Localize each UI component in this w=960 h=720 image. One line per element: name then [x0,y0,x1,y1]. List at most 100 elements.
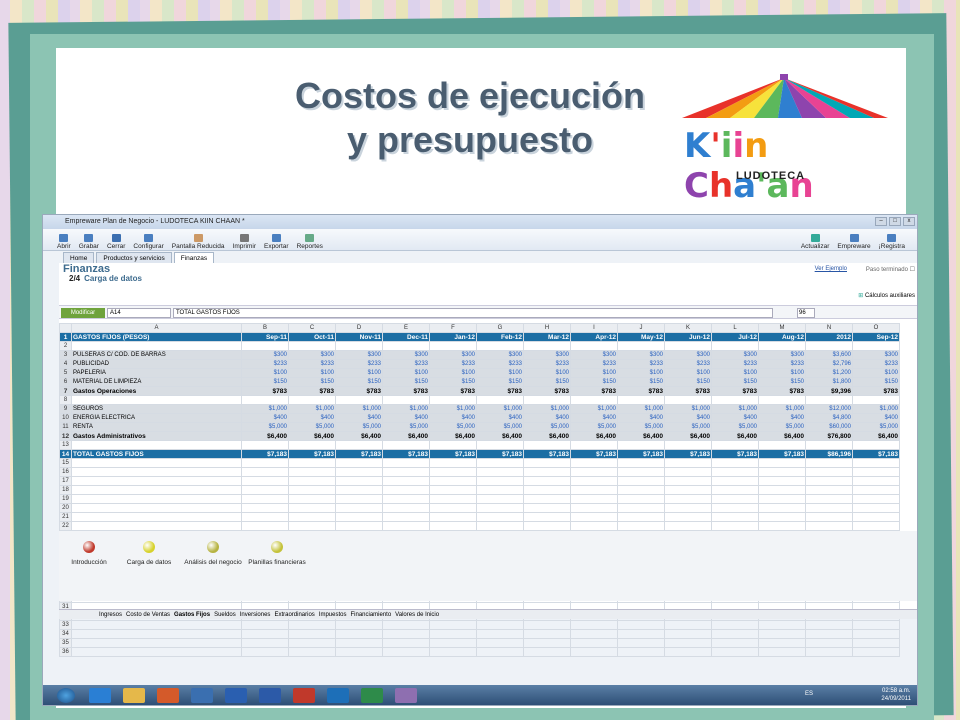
value-cell[interactable]: $233 [852,359,900,369]
empty-cell[interactable] [664,629,712,639]
reports-button[interactable]: Reportes [297,234,323,250]
empty-cell[interactable] [805,629,853,639]
value-cell[interactable]: $783 [429,386,477,396]
value-cell[interactable]: $5,000 [664,422,712,432]
empty-cell[interactable] [523,521,571,531]
empty-cell[interactable] [382,467,430,477]
empty-cell[interactable] [335,476,383,486]
row-label[interactable]: PAPELERIA [71,368,242,378]
value-cell[interactable]: $7,183 [711,449,759,459]
column-header[interactable]: C [288,323,336,333]
close-button[interactable]: Cerrar [107,234,125,250]
empty-cell[interactable] [664,512,712,522]
header-cell[interactable]: May-12 [617,332,665,342]
empty-cell[interactable] [241,494,289,504]
value-cell[interactable]: $1,000 [241,404,289,414]
empty-cell[interactable] [711,458,759,468]
value-cell[interactable]: $300 [335,350,383,360]
empty-cell[interactable] [429,458,477,468]
value-cell[interactable] [852,341,900,351]
value-cell[interactable]: $7,183 [570,449,618,459]
value-cell[interactable] [523,440,571,450]
calculos-auxiliares[interactable]: ⊞ Cálculos auxiliares [858,292,915,299]
column-header[interactable]: I [570,323,618,333]
empty-cell[interactable] [711,476,759,486]
configure-button[interactable]: Configurar [133,234,164,250]
value-cell[interactable]: $6,400 [758,431,806,441]
empty-cell[interactable] [335,467,383,477]
row-number[interactable]: 11 [59,422,72,432]
value-cell[interactable]: $9,396 [805,386,853,396]
table-row[interactable]: 20 [59,503,900,513]
empty-cell[interactable] [335,485,383,495]
media-icon[interactable] [157,688,179,703]
value-cell[interactable] [805,395,853,405]
table-row[interactable]: 1 GASTOS FIJOS (PESOS) Sep-11 Oct-11 Nov-11 D… [59,332,900,342]
empty-cell[interactable] [758,458,806,468]
empty-cell[interactable] [241,503,289,513]
value-cell[interactable]: $2,796 [805,359,853,369]
table-row[interactable]: 22 [59,521,900,531]
column-header[interactable]: B [241,323,289,333]
value-cell[interactable]: $400 [335,413,383,423]
value-cell[interactable]: $4,800 [805,413,853,423]
value-cell[interactable] [241,341,289,351]
value-cell[interactable]: $783 [241,386,289,396]
row-label[interactable] [71,341,242,351]
value-cell[interactable]: $86,196 [805,449,853,459]
empty-cell[interactable] [71,638,242,648]
sheet-tab[interactable]: Valores de Inicio [395,612,439,618]
empty-cell[interactable] [805,494,853,504]
empty-cell[interactable] [476,503,524,513]
value-cell[interactable]: $1,000 [711,404,759,414]
header-cell[interactable]: Apr-12 [570,332,618,342]
sheet-tab[interactable]: Costo de Ventas [126,612,170,618]
value-cell[interactable]: $233 [476,359,524,369]
value-cell[interactable] [711,440,759,450]
empty-cell[interactable] [523,485,571,495]
value-cell[interactable]: $300 [288,350,336,360]
header-cell[interactable]: Aug-12 [758,332,806,342]
maximize-button[interactable]: □ [889,217,901,226]
row-label[interactable]: TOTAL GASTOS FIJOS [71,449,242,459]
value-cell[interactable]: $150 [335,377,383,387]
value-cell[interactable]: $7,183 [476,449,524,459]
minimize-button[interactable]: – [875,217,887,226]
empty-cell[interactable] [711,629,759,639]
row-number[interactable]: 3 [59,350,72,360]
column-header[interactable]: M [758,323,806,333]
value-cell[interactable] [570,395,618,405]
empty-cell[interactable] [382,503,430,513]
header-cell[interactable]: Jun-12 [664,332,712,342]
value-cell[interactable]: $60,000 [805,422,853,432]
empty-cell[interactable] [429,521,477,531]
row-number[interactable]: 5 [59,368,72,378]
empty-cell[interactable] [288,521,336,531]
value-cell[interactable] [335,341,383,351]
value-cell[interactable]: $1,000 [523,404,571,414]
value-cell[interactable]: $300 [476,350,524,360]
value-cell[interactable] [617,440,665,450]
value-cell[interactable]: $100 [758,368,806,378]
value-cell[interactable]: $6,400 [664,431,712,441]
empty-cell[interactable] [711,521,759,531]
value-cell[interactable]: $5,000 [711,422,759,432]
empty-cell[interactable] [664,503,712,513]
column-header[interactable]: L [711,323,759,333]
value-cell[interactable]: $233 [570,359,618,369]
empty-cell[interactable] [429,467,477,477]
empty-cell[interactable] [805,620,853,630]
value-cell[interactable]: $1,000 [570,404,618,414]
table-row[interactable]: 33 [59,620,900,630]
value-cell[interactable]: $783 [523,386,571,396]
value-cell[interactable] [664,440,712,450]
empty-cell[interactable] [382,494,430,504]
value-cell[interactable]: $150 [288,377,336,387]
value-cell[interactable] [476,395,524,405]
desktop-icon[interactable] [191,688,213,703]
empty-cell[interactable] [71,521,242,531]
sheet-tab[interactable]: Ingresos [99,612,122,618]
empty-cell[interactable] [71,494,242,504]
value-cell[interactable]: $100 [664,368,712,378]
value-cell[interactable]: $6,400 [523,431,571,441]
